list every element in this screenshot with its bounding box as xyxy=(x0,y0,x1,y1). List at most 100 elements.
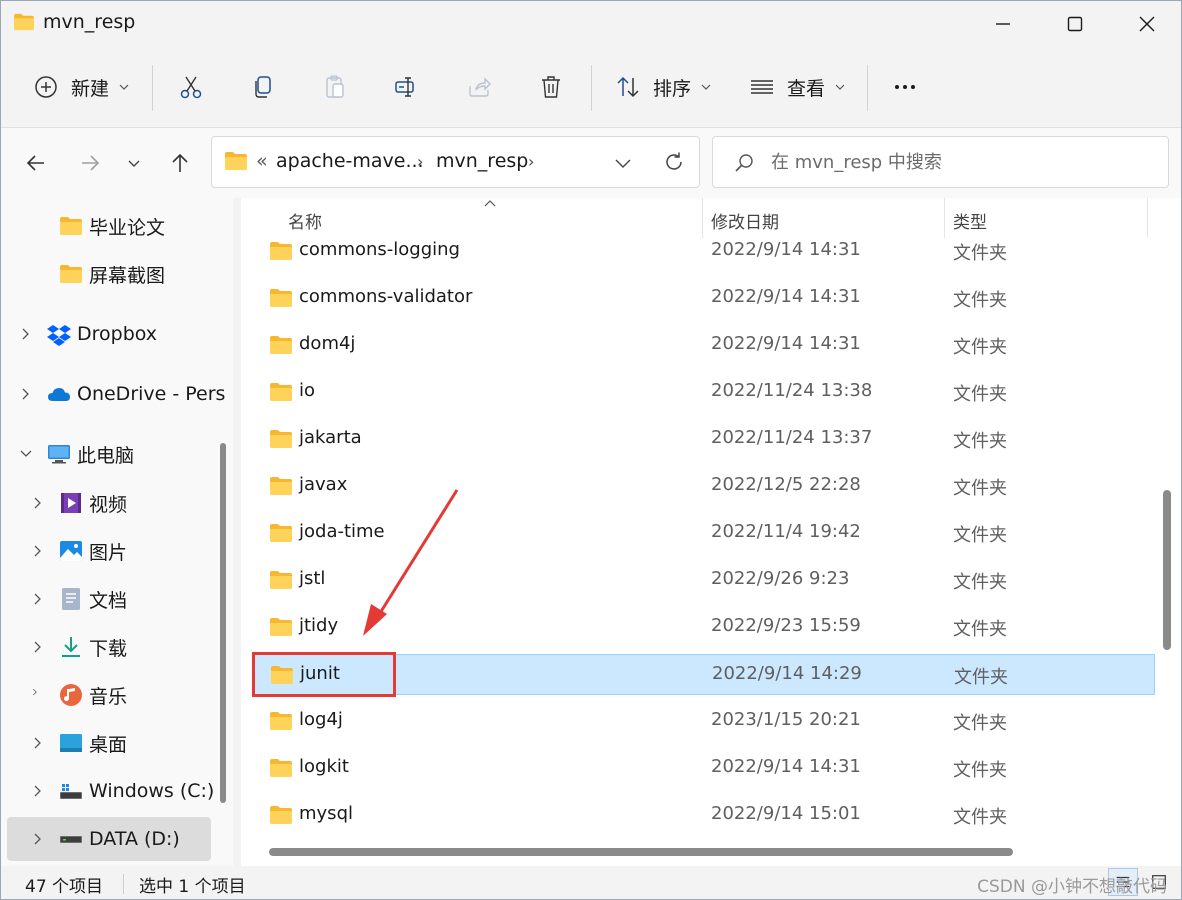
file-name[interactable]: logkit xyxy=(299,756,349,777)
file-date: 2022/11/24 13:38 xyxy=(711,380,873,401)
view-button[interactable]: 查看 xyxy=(743,61,851,113)
selected-count: 选中 1 个项目 xyxy=(139,877,246,897)
horizontal-scrollbar-thumb[interactable] xyxy=(269,848,1013,856)
search-input[interactable] xyxy=(771,147,1151,177)
refresh-icon[interactable] xyxy=(662,150,686,174)
file-name[interactable]: jtidy xyxy=(299,615,338,636)
file-type: 文件夹 xyxy=(953,478,1007,499)
sidebar-item-windows-c[interactable]: Windows (C:) xyxy=(7,769,214,813)
sidebar-item-label: 屏幕截图 xyxy=(89,264,166,287)
pictures-icon xyxy=(60,541,82,561)
chevron-right-icon[interactable] xyxy=(31,832,45,846)
chevron-right-icon[interactable] xyxy=(31,784,45,798)
chevron-right-icon[interactable] xyxy=(31,592,45,606)
chevron-down-icon xyxy=(701,84,711,90)
table-row[interactable]: dom4j 2022/9/14 14:31 文件夹 xyxy=(253,325,1155,366)
sidebar-item-desktop[interactable]: 桌面 xyxy=(7,721,211,765)
address-bar[interactable]: « apache-mave... › mvn_resp › xyxy=(211,136,700,188)
chevron-right-icon[interactable] xyxy=(19,387,33,401)
sidebar-item-documents[interactable]: 文档 xyxy=(7,577,211,621)
sidebar-item-videos[interactable]: 视频 xyxy=(7,481,211,525)
sidebar-item-music[interactable]: 音乐 xyxy=(7,673,211,717)
watermark-text: CSDN @小钟不想敲代码 xyxy=(977,877,1167,897)
sidebar-item-screenshots[interactable]: 屏幕截图 xyxy=(7,252,211,296)
cut-button[interactable] xyxy=(169,61,213,113)
documents-icon xyxy=(62,588,80,610)
file-name[interactable]: javax xyxy=(299,474,347,495)
chevron-down-icon[interactable] xyxy=(19,447,33,461)
address-overflow[interactable]: « xyxy=(256,150,268,172)
paste-button[interactable] xyxy=(313,61,357,113)
up-button[interactable] xyxy=(165,148,195,178)
folder-icon xyxy=(270,477,292,495)
file-date: 2022/9/14 14:29 xyxy=(712,663,862,684)
new-button[interactable]: 新建 xyxy=(25,61,137,113)
file-name[interactable]: dom4j xyxy=(299,333,355,354)
table-row[interactable]: io 2022/11/24 13:38 文件夹 xyxy=(253,372,1155,413)
file-name[interactable]: log4j xyxy=(299,709,343,730)
file-name[interactable]: mysql xyxy=(299,803,353,824)
music-icon xyxy=(60,684,82,706)
address-segment-parent[interactable]: apache-mave... xyxy=(276,150,424,172)
address-separator[interactable]: › xyxy=(417,152,423,171)
table-row[interactable]: logkit 2022/9/14 14:31 文件夹 xyxy=(253,748,1155,789)
maximize-button[interactable] xyxy=(1039,1,1111,47)
sidebar-scrollbar-thumb[interactable] xyxy=(220,443,226,803)
sort-button[interactable]: 排序 xyxy=(611,61,715,113)
file-name[interactable]: jakarta xyxy=(299,427,362,448)
table-row[interactable]: jakarta 2022/11/24 13:37 文件夹 xyxy=(253,419,1155,460)
desktop-icon xyxy=(60,734,82,752)
sidebar-item-dropbox[interactable]: Dropbox xyxy=(7,312,211,356)
sidebar-item-pictures[interactable]: 图片 xyxy=(7,529,211,573)
chevron-right-icon[interactable] xyxy=(31,688,45,702)
maximize-icon xyxy=(1067,16,1083,32)
annotation-highlight-box xyxy=(252,652,396,697)
folder-icon xyxy=(270,806,292,824)
file-name[interactable]: jstl xyxy=(299,568,325,589)
file-type: 文件夹 xyxy=(954,667,1008,688)
file-date: 2022/9/14 14:31 xyxy=(711,286,861,307)
file-date: 2022/11/4 19:42 xyxy=(711,521,861,542)
table-row[interactable]: mysql 2022/9/14 15:01 文件夹 xyxy=(253,795,1155,836)
delete-button[interactable] xyxy=(529,61,573,113)
sidebar-item-this-pc[interactable]: 此电脑 xyxy=(7,432,211,476)
copy-button[interactable] xyxy=(241,61,285,113)
column-header-type[interactable]: 类型 xyxy=(953,208,987,233)
file-list-scrollbar-thumb[interactable] xyxy=(1163,490,1171,650)
onedrive-icon xyxy=(48,388,70,401)
address-segment-current[interactable]: mvn_resp xyxy=(436,150,528,172)
file-name[interactable]: io xyxy=(299,380,315,401)
file-date: 2022/11/24 13:37 xyxy=(711,427,873,448)
chevron-right-icon[interactable] xyxy=(19,327,33,341)
close-button[interactable] xyxy=(1111,1,1181,47)
sidebar-item-onedrive[interactable]: OneDrive - Pers xyxy=(7,372,225,416)
address-separator[interactable]: › xyxy=(528,152,534,171)
paste-icon xyxy=(326,75,344,98)
search-box[interactable] xyxy=(712,136,1169,188)
forward-button[interactable] xyxy=(75,148,105,178)
file-type: 文件夹 xyxy=(953,431,1007,452)
window-title: mvn_resp xyxy=(43,11,136,33)
file-name[interactable]: commons-logging xyxy=(299,239,460,260)
column-header-date[interactable]: 修改日期 xyxy=(711,208,779,233)
back-button[interactable] xyxy=(21,148,51,178)
column-header-name[interactable]: 名称 xyxy=(288,208,322,233)
share-button[interactable] xyxy=(457,61,501,113)
table-row[interactable]: commons-logging 2022/9/14 14:31 文件夹 xyxy=(253,231,1155,272)
minimize-button[interactable] xyxy=(967,1,1039,47)
chevron-right-icon[interactable] xyxy=(31,736,45,750)
address-dropdown-icon[interactable] xyxy=(612,152,634,174)
chevron-right-icon[interactable] xyxy=(31,496,45,510)
table-row[interactable]: log4j 2023/1/15 20:21 文件夹 xyxy=(253,701,1155,742)
recent-locations-button[interactable] xyxy=(119,148,149,178)
sidebar-item-downloads[interactable]: 下载 xyxy=(7,625,211,669)
sidebar-item-thesis[interactable]: 毕业论文 xyxy=(7,204,211,248)
rename-button[interactable] xyxy=(385,61,429,113)
more-button[interactable] xyxy=(883,61,927,113)
chevron-right-icon[interactable] xyxy=(31,544,45,558)
chevron-right-icon[interactable] xyxy=(31,640,45,654)
file-name[interactable]: commons-validator xyxy=(299,286,472,307)
table-row[interactable]: commons-validator 2022/9/14 14:31 文件夹 xyxy=(253,278,1155,319)
sidebar-item-data-d[interactable]: DATA (D:) xyxy=(7,817,211,861)
file-type: 文件夹 xyxy=(953,525,1007,546)
